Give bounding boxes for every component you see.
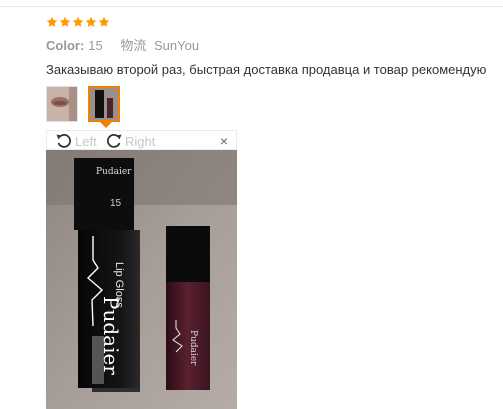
rating-stars	[46, 16, 110, 28]
color-label: Color:	[46, 38, 85, 53]
star-icon	[85, 16, 97, 27]
close-viewer-button[interactable]: ×	[220, 133, 228, 149]
review-text: Заказываю второй раз, быстрая доставка п…	[46, 62, 487, 77]
top-divider	[0, 6, 503, 7]
rotate-right-icon	[107, 134, 122, 148]
thumbnail-product-image	[90, 88, 118, 120]
review-photo: Pudaier 15 Lip Gloss Pudaier Pudaier	[46, 150, 237, 409]
order-spec: Color: 15 物流 SunYou	[46, 38, 199, 54]
box-shade-number: 15	[110, 198, 122, 209]
rotate-left-label: Left	[75, 133, 97, 149]
logistics-value: SunYou	[154, 38, 200, 53]
rotate-right-label: Right	[125, 133, 156, 149]
image-viewer-toolbar: Left Right ×	[46, 130, 237, 150]
box-brand-top: Pudaier	[96, 167, 132, 177]
box-brand-name: Pudaier	[99, 296, 123, 375]
logistics-label: 物流	[120, 38, 147, 53]
review-thumbnail-1[interactable]	[46, 86, 78, 122]
star-icon	[72, 16, 84, 27]
star-icon	[98, 16, 110, 27]
color-value: 15	[88, 38, 103, 53]
rotate-right-button[interactable]: Right	[105, 132, 155, 150]
thumbnail-lips-image	[47, 87, 77, 121]
star-icon	[46, 16, 58, 27]
lip-gloss-product-photo: Pudaier 15 Lip Gloss Pudaier Pudaier	[46, 150, 237, 409]
tube-brand-name: Pudaier	[188, 330, 198, 366]
selected-thumbnail-pointer	[100, 122, 112, 128]
rotate-left-icon	[56, 134, 71, 148]
star-icon	[59, 16, 71, 27]
review-thumbnail-2[interactable]	[88, 86, 120, 122]
rotate-left-button[interactable]: Left	[55, 132, 97, 150]
